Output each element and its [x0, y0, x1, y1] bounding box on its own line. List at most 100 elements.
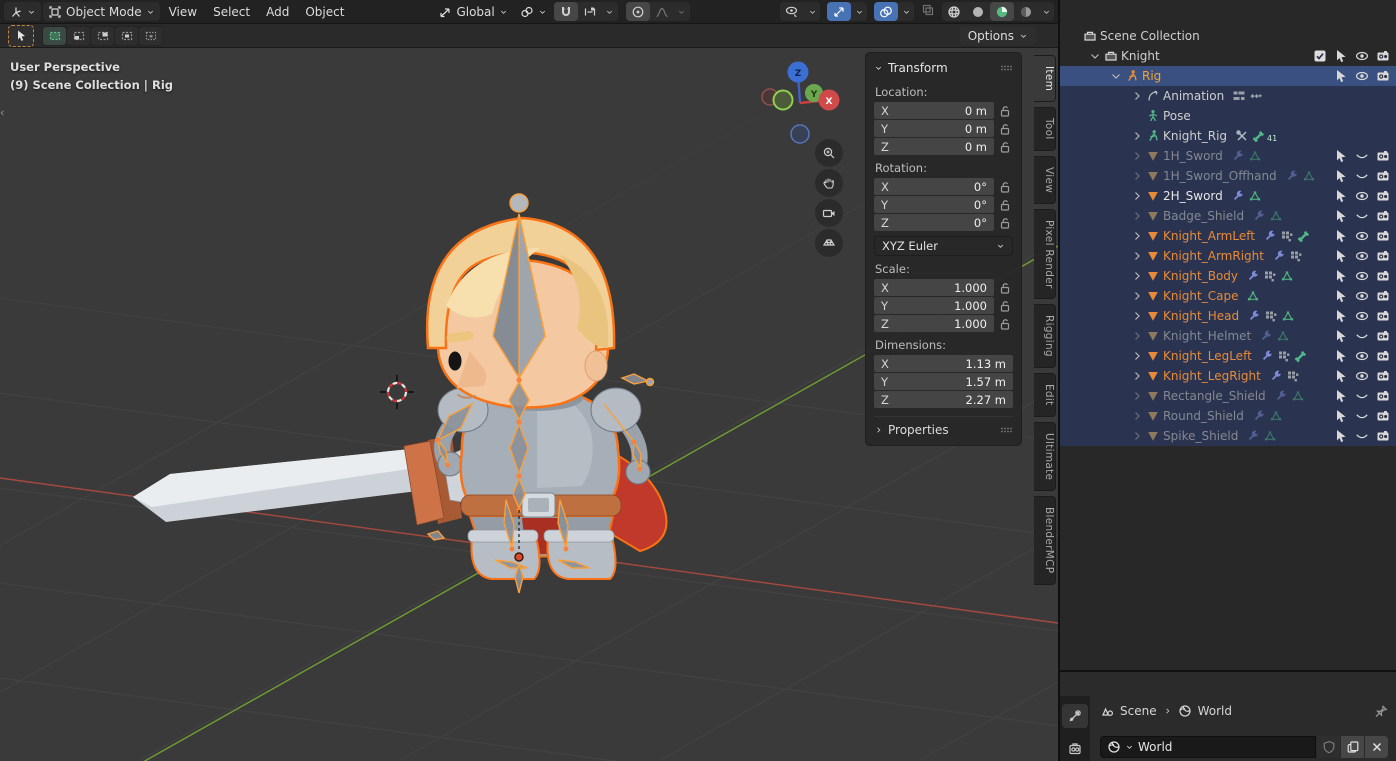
shading-wireframe[interactable]	[942, 2, 966, 21]
eye-open-icon[interactable]	[1355, 369, 1369, 383]
tab-tool[interactable]: Tool	[1034, 107, 1056, 151]
lock-icon[interactable]	[997, 317, 1013, 331]
location-y-field[interactable]: Y0 m	[874, 120, 994, 137]
eye-open-icon[interactable]	[1355, 249, 1369, 263]
eye-open-icon[interactable]	[1355, 189, 1369, 203]
gizmo-dropdown[interactable]	[851, 2, 867, 21]
selectable-icon[interactable]	[1334, 369, 1348, 383]
ortho-toggle-button[interactable]	[815, 229, 843, 257]
selectable-icon[interactable]	[1334, 429, 1348, 443]
outliner-row-rig[interactable]: Rig	[1060, 66, 1396, 86]
properties-panel-header[interactable]: Properties	[874, 416, 1013, 439]
toolbar-expand-arrow[interactable]: ‹	[0, 106, 4, 119]
chevron-right-icon[interactable]	[1129, 289, 1144, 303]
selectable-icon[interactable]	[1334, 249, 1348, 263]
dimensions-z-field[interactable]: Z2.27 m	[874, 391, 1013, 408]
chevron-right-icon[interactable]	[1129, 309, 1144, 323]
falloff[interactable]	[650, 2, 674, 21]
selectable-icon[interactable]	[1334, 149, 1348, 163]
outliner-row-knight_legright[interactable]: Knight_LegRight	[1060, 366, 1396, 386]
select-mode-set[interactable]	[43, 27, 66, 45]
render-visibility-icon[interactable]	[1376, 289, 1390, 303]
outliner-row-knight_rig[interactable]: Knight_Rig41	[1060, 126, 1396, 146]
selectable-icon[interactable]	[1334, 189, 1348, 203]
lock-icon[interactable]	[997, 198, 1013, 212]
outliner-row-badge_shield[interactable]: Badge_Shield	[1060, 206, 1396, 226]
eye-open-icon[interactable]	[1355, 349, 1369, 363]
render-visibility-icon[interactable]	[1376, 189, 1390, 203]
render-visibility-icon[interactable]	[1376, 249, 1390, 263]
breadcrumb-world[interactable]: World	[1198, 704, 1232, 718]
scale-z-field[interactable]: Z1.000	[874, 315, 994, 332]
selectable-icon[interactable]	[1334, 329, 1348, 343]
outliner-row-knight_head[interactable]: Knight_Head	[1060, 306, 1396, 326]
render-visibility-icon[interactable]	[1376, 429, 1390, 443]
outliner-row-2h_sword[interactable]: 2H_Sword	[1060, 186, 1396, 206]
render-visibility-icon[interactable]	[1376, 209, 1390, 223]
select-mode-subtract[interactable]	[91, 27, 114, 45]
render-visibility-icon[interactable]	[1376, 309, 1390, 323]
outliner-row-pose[interactable]: Pose	[1060, 106, 1396, 126]
camera-view-button[interactable]	[815, 199, 843, 227]
tab-pixel-render[interactable]: Pixel Render	[1034, 209, 1056, 300]
eye-closed-icon[interactable]	[1355, 389, 1369, 403]
chevron-right-icon[interactable]	[1129, 369, 1144, 383]
render-visibility-icon[interactable]	[1376, 329, 1390, 343]
navigation-gizmo[interactable]: Z Y X	[752, 56, 848, 152]
shading-solid[interactable]	[966, 2, 990, 21]
lock-icon[interactable]	[997, 180, 1013, 194]
lock-icon[interactable]	[997, 140, 1013, 154]
show-gizmo-toggle[interactable]	[827, 2, 851, 21]
render-visibility-icon[interactable]	[1376, 169, 1390, 183]
render-visibility-icon[interactable]	[1376, 69, 1390, 83]
eye-open-icon[interactable]	[1355, 309, 1369, 323]
pan-button[interactable]	[815, 169, 843, 197]
eye-closed-icon[interactable]	[1355, 429, 1369, 443]
select-mode-intersect[interactable]	[139, 27, 162, 45]
lock-icon[interactable]	[997, 281, 1013, 295]
chevron-right-icon[interactable]	[1129, 249, 1144, 263]
snap-toggle[interactable]	[554, 2, 578, 21]
outliner-row-knight_armleft[interactable]: Knight_ArmLeft	[1060, 226, 1396, 246]
shading-rendered[interactable]	[1014, 2, 1038, 21]
unlink-button[interactable]	[1364, 736, 1388, 758]
outliner-row-knight_helmet[interactable]: Knight_Helmet	[1060, 326, 1396, 346]
visibility-dropdown[interactable]	[804, 2, 820, 21]
eye-open-icon[interactable]	[1355, 69, 1369, 83]
editor-type-button[interactable]	[4, 2, 41, 21]
snap-target[interactable]	[578, 2, 602, 21]
selectable-icon[interactable]	[1334, 229, 1348, 243]
world-name-field[interactable]: World	[1100, 736, 1316, 758]
menu-add[interactable]: Add	[259, 2, 296, 21]
eye-closed-icon[interactable]	[1355, 169, 1369, 183]
chevron-right-icon[interactable]	[1129, 389, 1144, 403]
zoom-button[interactable]	[815, 139, 843, 167]
render-visibility-icon[interactable]	[1376, 409, 1390, 423]
lock-icon[interactable]	[997, 299, 1013, 313]
chevron-right-icon[interactable]	[1129, 209, 1144, 223]
rotation-x-field[interactable]: X0°	[874, 178, 994, 195]
render-visibility-icon[interactable]	[1376, 269, 1390, 283]
outliner-row-1h_sword_offhand[interactable]: 1H_Sword_Offhand	[1060, 166, 1396, 186]
outliner-row-round_shield[interactable]: Round_Shield	[1060, 406, 1396, 426]
eye-closed-icon[interactable]	[1355, 209, 1369, 223]
rotation-y-field[interactable]: Y0°	[874, 196, 994, 213]
chevron-right-icon[interactable]	[1129, 269, 1144, 283]
selectable-icon[interactable]	[1334, 169, 1348, 183]
dimensions-y-field[interactable]: Y1.57 m	[874, 373, 1013, 390]
eye-open-icon[interactable]	[1355, 289, 1369, 303]
chevron-right-icon[interactable]	[1129, 349, 1144, 363]
proportional-toggle[interactable]	[626, 2, 650, 21]
eye-closed-icon[interactable]	[1355, 409, 1369, 423]
chevron-right-icon[interactable]	[1129, 429, 1144, 443]
eye-open-icon[interactable]	[1355, 49, 1369, 63]
shading-material[interactable]	[990, 2, 1014, 21]
render-visibility-icon[interactable]	[1376, 369, 1390, 383]
lock-icon[interactable]	[997, 104, 1013, 118]
shading-dropdown[interactable]	[1038, 2, 1054, 21]
transform-orientation[interactable]: Global	[433, 2, 512, 21]
overlays-toggle[interactable]	[874, 2, 898, 21]
tab-edit[interactable]: Edit	[1034, 373, 1056, 417]
menu-select[interactable]: Select	[206, 2, 257, 21]
selectable-icon[interactable]	[1334, 309, 1348, 323]
